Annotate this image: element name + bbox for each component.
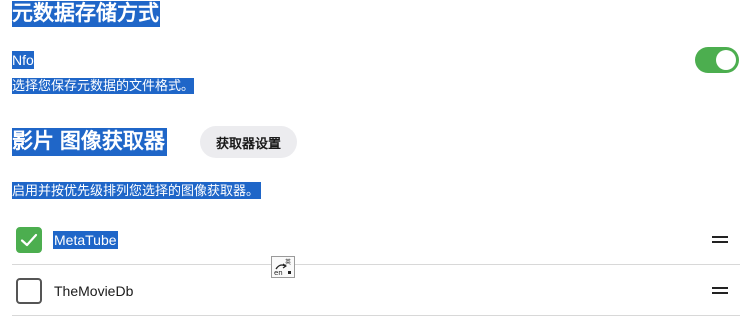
- metadata-section-title: 元数据存储方式: [12, 1, 160, 27]
- drag-handle-icon[interactable]: [712, 287, 728, 295]
- toggle-knob: [716, 50, 736, 70]
- fetcher-name-metatube: MetaTube: [53, 231, 118, 249]
- drag-handle-icon[interactable]: [712, 236, 728, 244]
- ime-language-icon[interactable]: en 英: [271, 256, 295, 278]
- image-fetchers-section-title: 影片 图像获取器: [12, 128, 167, 156]
- fetcher-settings-button[interactable]: 获取器设置: [200, 126, 297, 158]
- fetcher-checkbox-metatube[interactable]: [16, 227, 42, 253]
- nfo-toggle[interactable]: [695, 47, 739, 73]
- fetcher-row-themoviedb: TheMovieDb: [12, 266, 740, 316]
- fetcher-name-themoviedb: TheMovieDb: [54, 283, 134, 299]
- nfo-description: 选择您保存元数据的文件格式。: [12, 78, 195, 94]
- image-fetchers-description: 启用并按优先级排列您选择的图像获取器。: [12, 182, 262, 199]
- svg-text:en: en: [274, 269, 283, 277]
- fetcher-row-metatube: MetaTube: [12, 215, 740, 265]
- svg-text:英: 英: [285, 258, 291, 266]
- nfo-label: Nfo: [12, 51, 34, 69]
- checkmark-icon: [20, 233, 38, 247]
- fetcher-checkbox-themoviedb[interactable]: [16, 278, 42, 304]
